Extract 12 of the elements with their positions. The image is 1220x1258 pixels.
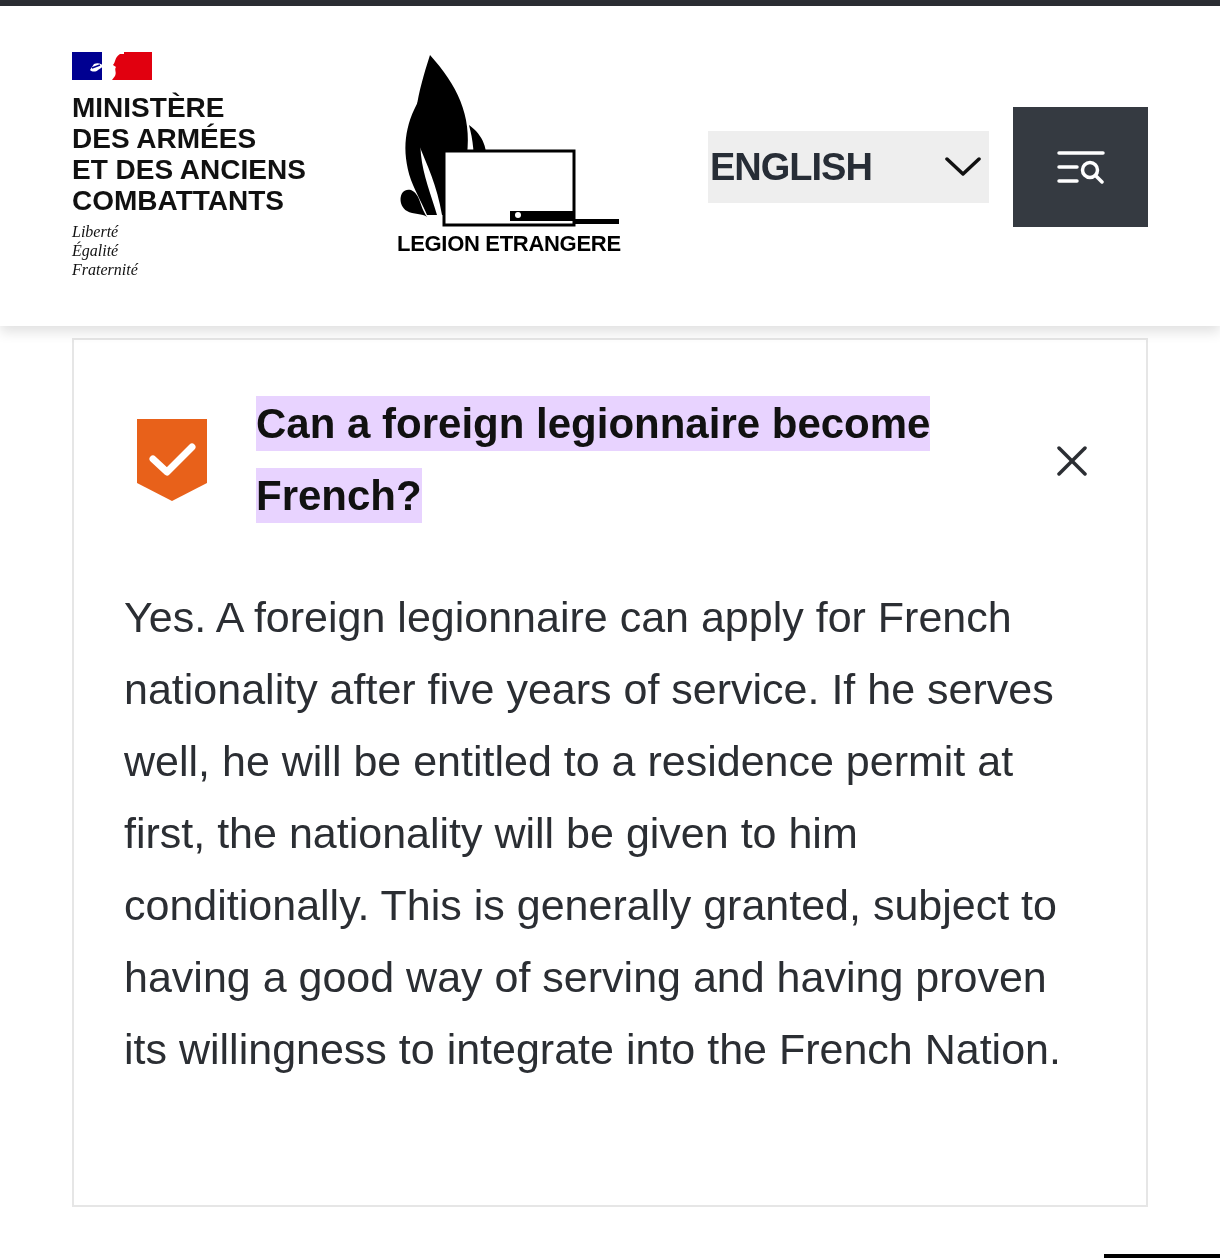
close-icon (1057, 446, 1087, 476)
motto: Liberté Égalité Fraternité (72, 222, 138, 279)
ministry-name: MINISTÈRE DES ARMÉES ET DES ANCIENS COMBATTANTS (72, 92, 306, 216)
menu-search-button[interactable] (1013, 107, 1148, 227)
legion-logo-text: LEGION ETRANGERE (397, 230, 621, 258)
language-select[interactable]: ENGLISH (708, 131, 989, 203)
marianne-flag-icon (72, 52, 152, 80)
shield-check-icon (137, 419, 207, 501)
menu-search-icon (1056, 150, 1105, 184)
close-button[interactable] (1055, 444, 1089, 478)
faq-answer: Yes. A foreign legionnaire can apply for French nationality after five years of service. If he serves well, he will be entitled to a residence permit at first, the nationality will be given to him conditionally. This is generally granted, subject to having a good way of serving and having proven its willingness to integrate into the French Nation. (124, 592, 1062, 1075)
chevron-down-icon (945, 157, 981, 177)
